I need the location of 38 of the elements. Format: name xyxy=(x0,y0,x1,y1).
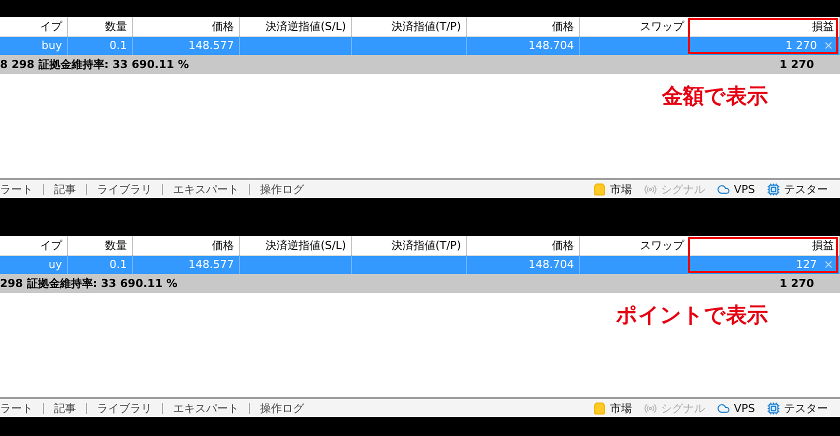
margin-level-text: 8 298 証拠金維持率: 33 690.11 % xyxy=(0,57,189,72)
margin-level-text: 298 証拠金維持率: 33 690.11 % xyxy=(0,276,178,291)
cloud-icon[interactable] xyxy=(716,402,730,414)
table-cell-text: 127 xyxy=(796,257,817,273)
bottom-tab[interactable]: エキスパート xyxy=(173,400,239,416)
table-cell-text: uy xyxy=(48,257,62,273)
annotation-label: 金額で表示 xyxy=(662,83,768,110)
cloud-icon[interactable] xyxy=(716,182,730,196)
table-cell-text: 148.577 xyxy=(188,257,234,273)
status-link[interactable]: 市場 xyxy=(610,182,632,196)
bottom-tab[interactable]: 操作ログ xyxy=(260,400,304,416)
close-icon[interactable] xyxy=(823,259,834,270)
bottom-tab[interactable]: 操作ログ xyxy=(260,182,304,196)
table-cell-text: 148.704 xyxy=(528,257,574,273)
status-link[interactable]: VPS xyxy=(734,182,755,196)
bottom-tab[interactable]: ラート xyxy=(0,182,33,196)
status-link[interactable]: 市場 xyxy=(610,400,632,416)
bottom-tab[interactable]: ラート xyxy=(0,400,33,416)
bottom-tab[interactable]: ライブラリ xyxy=(97,400,152,416)
table-cell-text: 0.1 xyxy=(110,38,127,54)
close-icon[interactable] xyxy=(823,40,834,51)
table-cell-text: buy xyxy=(42,38,62,54)
bottom-tab[interactable]: 記事 xyxy=(54,400,76,416)
table-cell-text: 0.1 xyxy=(110,257,127,273)
table-cell-text: 148.704 xyxy=(528,38,574,54)
total-profit: 1 270 xyxy=(780,277,814,290)
table-cell-text: 1 270 xyxy=(786,38,817,54)
status-link[interactable]: テスター xyxy=(784,182,828,196)
status-link[interactable]: VPS xyxy=(734,402,755,414)
table-cell-text: 148.577 xyxy=(188,38,234,54)
annotation-label: ポイントで表示 xyxy=(616,302,768,329)
chip-icon[interactable] xyxy=(767,182,780,196)
bottom-tab[interactable]: ライブラリ xyxy=(97,182,152,196)
bottom-tab[interactable]: エキスパート xyxy=(173,182,239,196)
total-profit: 1 270 xyxy=(780,58,814,71)
bottom-tab[interactable]: 記事 xyxy=(54,182,76,196)
chip-icon[interactable] xyxy=(767,402,780,414)
status-link[interactable]: テスター xyxy=(784,400,828,416)
